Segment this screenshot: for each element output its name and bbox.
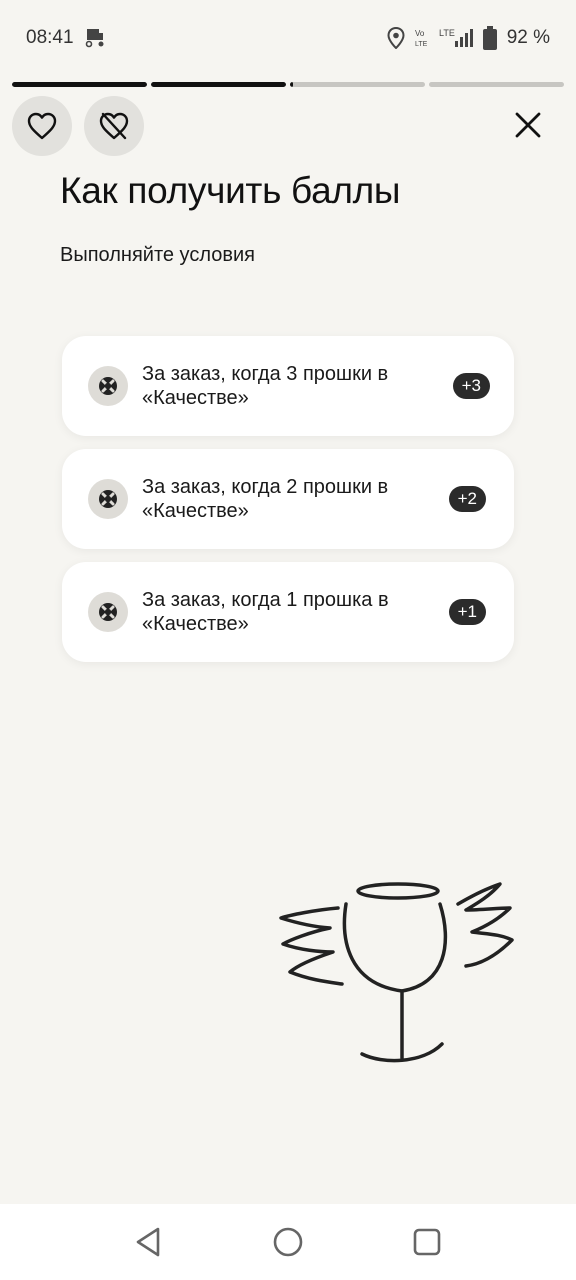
condition-card: За заказ, когда 2 прошки в «Качестве» +2 xyxy=(62,449,514,549)
status-left: 08:41 xyxy=(26,27,106,49)
dislike-button[interactable] xyxy=(84,96,144,156)
system-nav-bar xyxy=(0,1204,576,1280)
location-icon xyxy=(387,27,405,49)
progress-segment xyxy=(12,82,147,87)
status-bar: 08:41 Vo LTE LTE 92 % xyxy=(0,0,576,76)
quality-icon xyxy=(88,366,128,406)
close-button[interactable] xyxy=(508,105,548,145)
battery-level: 92 % xyxy=(506,27,550,48)
volte-icon: Vo LTE xyxy=(415,28,429,48)
signal-icon: LTE xyxy=(439,27,473,49)
points-badge: +3 xyxy=(452,373,490,399)
condition-card: За заказ, когда 3 прошки в «Качестве» +3 xyxy=(62,336,514,436)
close-icon xyxy=(515,112,541,138)
svg-text:Vo: Vo xyxy=(415,29,425,38)
heart-crossed-icon xyxy=(99,112,129,140)
network-label: LTE xyxy=(439,28,455,38)
svg-text:LTE: LTE xyxy=(415,41,428,48)
progress-segment xyxy=(429,82,564,87)
delivery-cart-icon xyxy=(84,27,106,49)
page-subtitle: Выполняйте условия xyxy=(60,244,255,266)
nav-back-button[interactable] xyxy=(127,1220,171,1264)
back-icon xyxy=(137,1227,160,1257)
progress-segment xyxy=(151,82,286,87)
quality-icon xyxy=(88,479,128,519)
condition-card: За заказ, когда 1 прошка в «Качестве» +1 xyxy=(62,562,514,662)
like-button[interactable] xyxy=(12,96,72,156)
page-title: Как получить баллы xyxy=(60,170,401,211)
condition-text: За заказ, когда 3 прошки в «Качестве» xyxy=(142,363,389,409)
progress-segment xyxy=(290,82,425,87)
status-time: 08:41 xyxy=(26,27,74,48)
points-badge: +2 xyxy=(448,486,486,512)
condition-text: За заказ, когда 2 прошки в «Качестве» xyxy=(142,476,389,522)
heart-icon xyxy=(27,112,57,140)
nav-recents-button[interactable] xyxy=(405,1220,449,1264)
condition-text: За заказ, когда 1 прошка в «Качестве» xyxy=(142,589,389,635)
recents-icon xyxy=(413,1228,440,1256)
points-badge: +1 xyxy=(448,599,486,625)
winged-cup-illustration xyxy=(270,872,530,1072)
story-progress xyxy=(12,82,564,87)
battery-icon xyxy=(482,26,497,50)
quality-icon xyxy=(88,592,128,632)
nav-home-button[interactable] xyxy=(266,1220,310,1264)
status-right: Vo LTE LTE 92 % xyxy=(387,26,550,50)
home-icon xyxy=(273,1227,303,1257)
